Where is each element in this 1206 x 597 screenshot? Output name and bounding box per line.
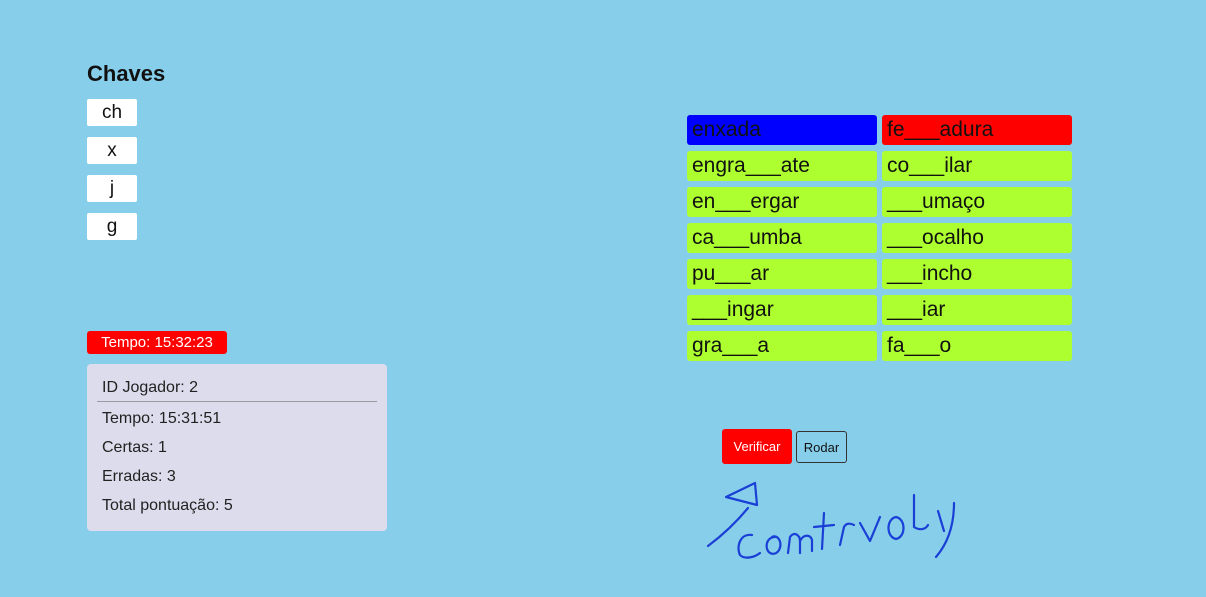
stats-panel: ID Jogador: 2 Tempo: 15:31:51 Certas: 1 … [87,364,387,531]
spin-button[interactable]: Rodar [796,431,847,463]
word-right-2[interactable]: co___ilar [882,151,1072,181]
timer-badge: Tempo: 15:32:23 [87,331,227,354]
word-left-2[interactable]: engra___ate [687,151,877,181]
word-right-4[interactable]: ___ocalho [882,223,1072,253]
word-right-7[interactable]: fa___o [882,331,1072,361]
player-id: ID Jogador: 2 [97,374,377,402]
key-ch[interactable]: ch [87,99,137,126]
word-left-4[interactable]: ca___umba [687,223,877,253]
keys-title: Chaves [87,61,166,86]
stats-correct: Certas: 1 [102,439,167,456]
word-left-5[interactable]: pu___ar [687,259,877,289]
stats-time: Tempo: 15:31:51 [102,410,222,427]
word-right-1[interactable]: fe___adura [882,115,1072,145]
key-j[interactable]: j [87,175,137,202]
stats-total: Total pontuação: 5 [102,497,233,514]
word-left-1[interactable]: enxada [687,115,877,145]
word-left-7[interactable]: gra___a [687,331,877,361]
word-right-6[interactable]: ___iar [882,295,1072,325]
handwritten-annotation-sketch [706,481,956,559]
stats-wrong: Erradas: 3 [102,468,176,485]
word-right-5[interactable]: ___incho [882,259,1072,289]
word-right-3[interactable]: ___umaço [882,187,1072,217]
key-g[interactable]: g [87,213,137,240]
word-left-3[interactable]: en___ergar [687,187,877,217]
verify-button[interactable]: Verificar [722,429,792,464]
key-x[interactable]: x [87,137,137,164]
word-left-6[interactable]: ___ingar [687,295,877,325]
